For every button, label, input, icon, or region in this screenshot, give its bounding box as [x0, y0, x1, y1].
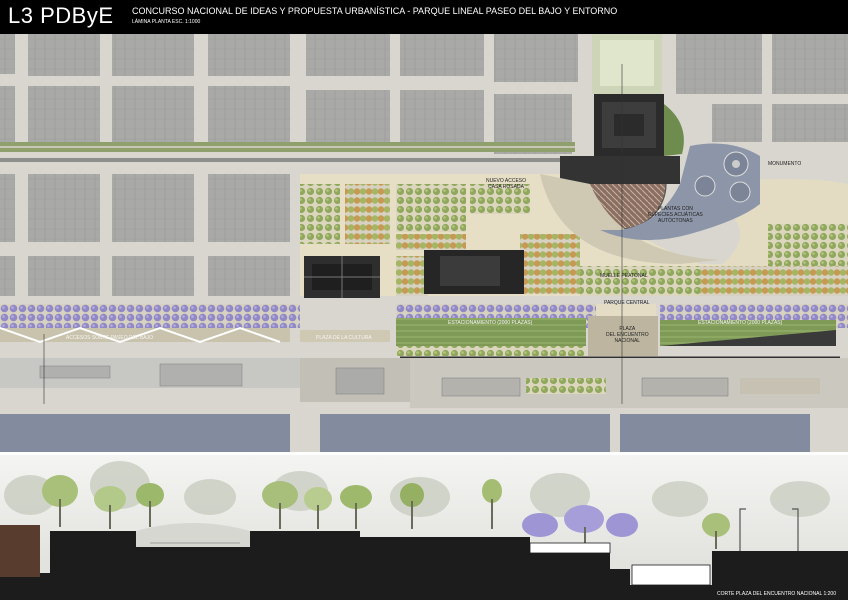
label-parque-central: PARQUE CENTRAL — [604, 300, 650, 306]
sheet-subtitle: LÁMINA PLANTA ESC. 1:1000 — [132, 19, 201, 25]
label-plaza-encuentro: PLAZA DEL ENCUENTRO NACIONAL — [606, 326, 649, 344]
sheet-title: CONCURSO NACIONAL DE IDEAS Y PROPUESTA U… — [132, 6, 618, 16]
cross-section: CORTE PLAZA DEL ENCUENTRO NACIONAL 1:200 — [0, 455, 848, 600]
sheet-code: L3 PDByE — [8, 3, 114, 28]
city-blocks-north — [0, 34, 848, 154]
site-plan-drawing — [0, 34, 848, 452]
label-estacionamiento-2: ESTACIONAMIENTO (2000 PLAZAS) — [698, 320, 783, 326]
label-muelle-peatonal: MUELLE PEATONAL — [600, 273, 648, 279]
avenue-strips — [0, 142, 575, 162]
label-plantas-acuaticas: PLANTAS CON ESPECIES ACUÁTICAS AUTÓCTONAS — [648, 206, 703, 224]
label-monumento: MONUMENTO — [768, 161, 802, 167]
label-accesos-paseo: ACCESOS SOBRE PASEO DEL BAJO — [66, 335, 153, 341]
label-estacionamiento-1: ESTACIONAMIENTO (2000 PLAZAS) — [448, 320, 533, 326]
site-plan: NUEVO ACCESO CASA ROSADA MONUMENTO PLANTA… — [0, 34, 848, 452]
title-bar: L3 PDByE CONCURSO NACIONAL DE IDEAS Y PR… — [0, 0, 848, 34]
city-blocks-middle — [0, 174, 290, 296]
section-caption: CORTE PLAZA DEL ENCUENTRO NACIONAL 1:200 — [716, 591, 836, 597]
cross-section-drawing — [0, 455, 848, 600]
label-plaza-cultura: PLAZA DE LA CULTURA — [316, 335, 372, 341]
label-acceso-casa-rosada: NUEVO ACCESO CASA ROSADA — [486, 178, 527, 190]
